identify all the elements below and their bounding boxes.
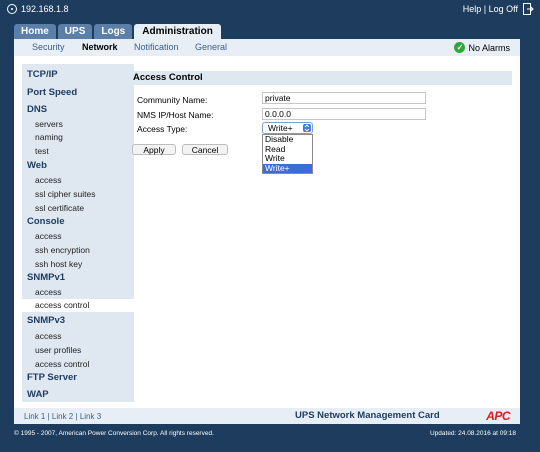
alarm-status-text: No Alarms — [468, 42, 510, 53]
sidebar-item-web[interactable]: Web — [27, 160, 47, 171]
option-write-plus[interactable]: Write+ — [263, 163, 312, 173]
footer-link-3[interactable]: Link 3 — [80, 412, 101, 421]
sidebar-item-snmpv3-access-control[interactable]: access control — [22, 358, 134, 371]
copyright-text: © 1995 - 2007, American Power Conversion… — [14, 430, 214, 437]
access-type-value: Write+ — [268, 123, 293, 133]
apc-logo: APC — [486, 409, 510, 423]
sidebar: TCP/IP Port Speed DNS servers naming tes… — [22, 64, 134, 402]
sidebar-item-tcpip[interactable]: TCP/IP — [27, 69, 58, 80]
access-type-select[interactable]: Write+ — [262, 122, 313, 134]
sidebar-item-console-access[interactable]: access — [22, 230, 134, 243]
panel-title: Access Control — [130, 71, 512, 85]
cancel-button[interactable]: Cancel — [182, 144, 228, 155]
check-icon: ✓ — [454, 42, 466, 53]
subtab-security[interactable]: Security — [32, 42, 65, 52]
footer: Link 1 | Link 2 | Link 3 UPS Network Man… — [14, 408, 520, 424]
apply-button[interactable]: Apply — [132, 144, 176, 155]
ip-address-text: 192.168.1.8 — [21, 4, 69, 14]
sidebar-item-dns-naming[interactable]: naming — [22, 131, 134, 144]
sidebar-item-ssl-cipher-suites[interactable]: ssl cipher suites — [22, 188, 134, 201]
sidebar-item-snmpv1-access[interactable]: access — [22, 286, 134, 299]
footer-links: Link 1 | Link 2 | Link 3 — [24, 412, 101, 421]
subtab-general[interactable]: General — [195, 42, 227, 52]
content-frame: TCP/IP Port Speed DNS servers naming tes… — [14, 56, 520, 408]
help-link[interactable]: Help — [463, 4, 482, 14]
main-tabs: Home UPS Logs Administration — [14, 24, 221, 39]
access-type-dropdown: Disable Read Write Write+ — [262, 134, 313, 174]
nms-host-input[interactable]: 0.0.0.0 — [262, 108, 426, 120]
access-type-label: Access Type: — [137, 124, 188, 134]
sidebar-item-dns-servers[interactable]: servers — [22, 118, 134, 131]
sidebar-item-user-profiles[interactable]: user profiles — [22, 344, 134, 357]
sidebar-item-snmpv1[interactable]: SNMPv1 — [27, 272, 65, 283]
sub-tab-bar: Security Network Notification General ✓ … — [14, 39, 520, 56]
sidebar-item-dns-test[interactable]: test — [22, 145, 134, 158]
alarm-status[interactable]: ✓ No Alarms — [454, 42, 510, 53]
sidebar-item-dns[interactable]: DNS — [27, 104, 47, 115]
top-link-separator: | — [483, 4, 487, 14]
tab-administration[interactable]: Administration — [134, 24, 221, 39]
subtab-notification[interactable]: Notification — [134, 42, 179, 52]
community-name-label: Community Name: — [137, 95, 208, 105]
top-links: Help | Log Off — [463, 4, 518, 14]
sidebar-item-snmpv1-access-control[interactable]: access control — [22, 299, 134, 312]
sidebar-item-ftp-server[interactable]: FTP Server — [27, 372, 77, 383]
sidebar-item-web-access[interactable]: access — [22, 174, 134, 187]
chevron-updown-icon — [303, 124, 311, 132]
tab-logs[interactable]: Logs — [94, 24, 133, 39]
tab-ups[interactable]: UPS — [57, 24, 93, 39]
sidebar-item-console[interactable]: Console — [27, 216, 64, 227]
globe-icon — [7, 4, 17, 14]
footer-link-1[interactable]: Link 1 — [24, 412, 45, 421]
sidebar-item-snmpv3-access[interactable]: access — [22, 330, 134, 343]
top-bar: 192.168.1.8 Help | Log Off — [0, 0, 540, 20]
tab-home[interactable]: Home — [14, 24, 56, 39]
subtab-network[interactable]: Network — [82, 42, 118, 52]
sidebar-item-ssh-host-key[interactable]: ssh host key — [22, 258, 134, 271]
access-control-panel: Access Control Community Name: private N… — [130, 71, 512, 174]
footer-link-2[interactable]: Link 2 — [52, 412, 73, 421]
community-name-input[interactable]: private — [262, 92, 426, 104]
sidebar-item-snmpv3[interactable]: SNMPv3 — [27, 315, 65, 326]
sidebar-item-wap[interactable]: WAP — [27, 389, 49, 400]
exit-icon[interactable] — [523, 3, 534, 15]
sidebar-item-port-speed[interactable]: Port Speed — [27, 87, 77, 98]
footer-separator: | — [75, 412, 78, 421]
sidebar-item-ssl-certificate[interactable]: ssl certificate — [22, 202, 134, 215]
updated-timestamp: Updated: 24.08.2016 at 09:18 — [429, 430, 516, 437]
ip-address-display: 192.168.1.8 — [7, 4, 69, 14]
nms-host-label: NMS IP/Host Name: — [137, 110, 214, 120]
sidebar-item-ssh-encryption[interactable]: ssh encryption — [22, 244, 134, 257]
product-title: UPS Network Management Card — [295, 410, 440, 421]
footer-separator: | — [47, 412, 50, 421]
logoff-link[interactable]: Log Off — [489, 4, 518, 14]
